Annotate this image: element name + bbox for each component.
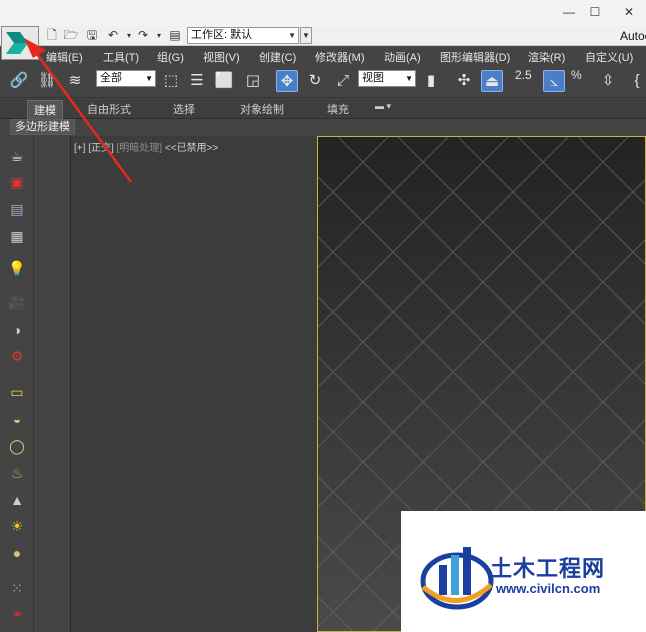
window-crossing-icon[interactable]: ◲ bbox=[242, 70, 264, 92]
select-object-icon[interactable]: ⬚ bbox=[160, 70, 182, 92]
close-button[interactable]: ✕ bbox=[620, 4, 638, 20]
menu-edit[interactable]: 编辑(E) bbox=[46, 49, 83, 65]
reference-coordinate-value: 视图 bbox=[362, 72, 384, 84]
camera-icon[interactable]: 🎥 bbox=[6, 292, 28, 312]
app-title: Autoc bbox=[620, 29, 646, 43]
select-by-name-icon[interactable]: ☰ bbox=[186, 70, 208, 92]
render-frame-icon[interactable]: ▣ bbox=[6, 172, 28, 192]
dynamics-icon[interactable]: ⚭ bbox=[6, 604, 28, 624]
teapot-primitive-icon[interactable]: ♨ bbox=[6, 463, 28, 483]
percent-snap-label[interactable]: % bbox=[571, 68, 582, 82]
viewport-view-menu[interactable]: [正交] bbox=[88, 143, 114, 154]
tab-selection[interactable]: 选择 bbox=[173, 101, 195, 117]
render-setup-icon[interactable]: ⚙ bbox=[6, 346, 28, 366]
selection-filter-dropdown[interactable]: 全部 ▼ bbox=[96, 70, 156, 87]
spinner-snap-icon[interactable]: ⇳ bbox=[597, 70, 619, 92]
menu-bar: 编辑(E) 工具(T) 组(G) 视图(V) 创建(C) 修改器(M) 动画(A… bbox=[40, 46, 646, 66]
ribbon-options-icon[interactable]: ▬ ▾ bbox=[375, 101, 391, 112]
pivot-center-icon[interactable]: ▮ bbox=[420, 70, 442, 92]
menu-group[interactable]: 组(G) bbox=[157, 49, 184, 65]
hemisphere-icon[interactable]: ◒ bbox=[6, 409, 28, 429]
menu-graph-editors[interactable]: 图形编辑器(D) bbox=[440, 49, 510, 65]
select-and-scale-icon[interactable]: ⤢ bbox=[332, 70, 354, 92]
tab-populate[interactable]: 填充 bbox=[327, 101, 349, 117]
menu-modifiers[interactable]: 修改器(M) bbox=[315, 49, 365, 65]
layer-manager-icon[interactable]: ▦ bbox=[6, 226, 28, 246]
select-manipulate-icon[interactable]: ✣ bbox=[453, 70, 475, 92]
plane-icon[interactable]: ▭ bbox=[6, 382, 28, 402]
scene-explorer-icon[interactable]: ▤ bbox=[6, 199, 28, 219]
geosphere-icon[interactable]: ● bbox=[6, 543, 28, 563]
viewport-label[interactable]: [+] [正交] [明暗处理] <<已禁用>> bbox=[74, 139, 218, 154]
application-menu-button[interactable] bbox=[1, 26, 39, 60]
light-lister-icon[interactable]: 💡 bbox=[6, 258, 28, 278]
selection-filter-value: 全部 bbox=[100, 72, 122, 84]
workspace-value: 工作区: 默认 bbox=[191, 29, 253, 41]
viewport-plus-menu[interactable]: [+] bbox=[74, 143, 85, 154]
sun-icon[interactable]: ☀ bbox=[6, 516, 28, 536]
watermark-logo-icon bbox=[420, 547, 494, 610]
tab-polygon-modeling[interactable]: 多边形建模 bbox=[10, 119, 75, 135]
select-and-rotate-icon[interactable]: ↻ bbox=[304, 70, 326, 92]
chevron-down-icon: ▼ bbox=[405, 74, 413, 83]
undo-icon[interactable]: ↶ bbox=[105, 28, 121, 43]
menu-create[interactable]: 创建(C) bbox=[259, 49, 296, 65]
reference-coordinate-dropdown[interactable]: 视图 ▼ bbox=[358, 70, 416, 87]
project-folder-icon[interactable]: ▤ bbox=[167, 28, 183, 43]
maximize-button[interactable]: ☐ bbox=[586, 4, 604, 20]
bind-space-warp-icon[interactable]: ≋ bbox=[64, 70, 86, 92]
viewport-left[interactable] bbox=[70, 136, 318, 632]
helper-icon[interactable]: ◑ bbox=[6, 320, 28, 340]
keyboard-shortcut-override-icon[interactable]: ⏏ bbox=[481, 70, 503, 92]
sphere-icon[interactable]: ◯ bbox=[6, 436, 28, 456]
tab-freeform[interactable]: 自由形式 bbox=[87, 101, 131, 117]
new-file-icon[interactable]: 🗋 bbox=[44, 28, 60, 43]
rectangular-selection-icon[interactable]: ⬜ bbox=[213, 70, 235, 92]
watermark: 土木工程网 www.civilcn.com bbox=[401, 511, 646, 632]
watermark-name: 土木工程网 bbox=[490, 557, 606, 582]
save-icon[interactable]: 🖫 bbox=[84, 28, 100, 43]
redo-icon[interactable]: ↷ bbox=[135, 28, 151, 43]
unlink-icon[interactable]: ⛓ bbox=[36, 70, 58, 92]
menu-views[interactable]: 视图(V) bbox=[203, 49, 240, 65]
app-logo-icon bbox=[6, 32, 35, 54]
title-bar: — ☐ ✕ bbox=[0, 0, 646, 26]
named-selection-icon[interactable]: { bbox=[626, 70, 646, 92]
snap-toggle-label[interactable]: 2.5 bbox=[515, 68, 532, 82]
teapot-icon[interactable]: ☕ bbox=[6, 146, 28, 166]
chevron-down-icon: ▼ bbox=[145, 74, 153, 83]
cone-icon[interactable]: ▲ bbox=[6, 490, 28, 510]
minimize-button[interactable]: — bbox=[560, 4, 578, 20]
workspace-more-button[interactable]: ▼ bbox=[300, 27, 312, 44]
open-file-icon[interactable]: 🗁 bbox=[63, 28, 79, 43]
viewport-shading-menu[interactable]: [明暗处理] bbox=[117, 143, 163, 154]
chevron-down-icon: ▼ bbox=[288, 31, 296, 40]
angle-snap-icon[interactable]: ⦣ bbox=[543, 70, 565, 92]
viewport-disabled-label: <<已禁用>> bbox=[164, 143, 219, 154]
select-and-move-icon[interactable]: ✥ bbox=[276, 70, 298, 92]
menu-customize[interactable]: 自定义(U) bbox=[585, 49, 633, 65]
workspace-dropdown[interactable]: 工作区: 默认 ▼ bbox=[187, 27, 299, 44]
particle-icon[interactable]: ⁙ bbox=[6, 578, 28, 598]
redo-dropdown-icon[interactable]: ▾ bbox=[151, 28, 167, 43]
tab-object-paint[interactable]: 对象绘制 bbox=[240, 101, 284, 117]
tab-modeling[interactable]: 建模 bbox=[27, 100, 63, 120]
menu-tools[interactable]: 工具(T) bbox=[103, 49, 139, 65]
menu-rendering[interactable]: 渲染(R) bbox=[528, 49, 565, 65]
select-and-link-icon[interactable]: 🔗 bbox=[8, 70, 30, 92]
menu-animation[interactable]: 动画(A) bbox=[384, 49, 421, 65]
watermark-url: www.civilcn.com bbox=[496, 581, 601, 596]
